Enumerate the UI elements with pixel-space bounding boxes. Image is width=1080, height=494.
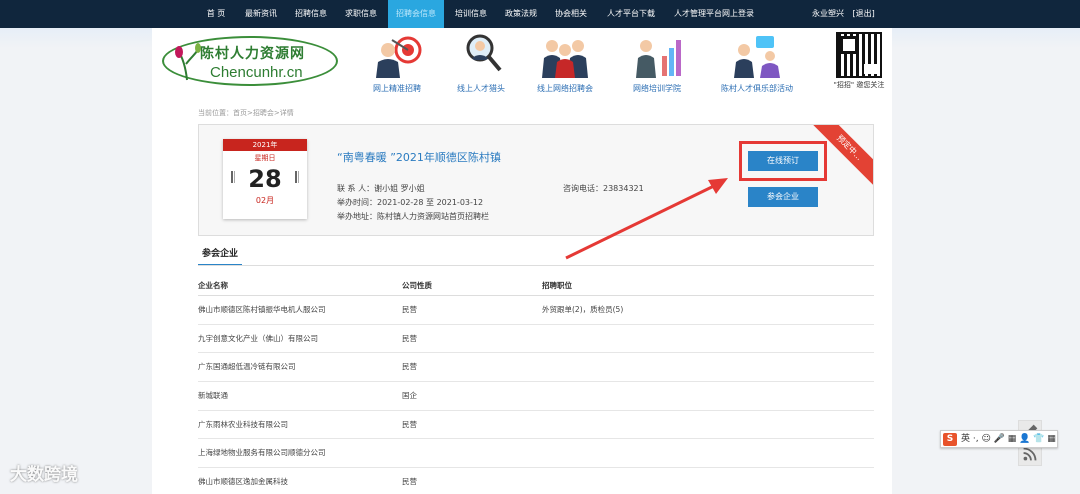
event-address: 举办地址：陈村镇人力资源网站首页招聘栏 xyxy=(337,212,489,221)
magnifier-person-icon xyxy=(466,34,502,72)
group-people-icon xyxy=(542,40,588,78)
qr-code-block: "招招" 邀您关注 xyxy=(832,32,886,92)
service-label: 线上网络招聘会 xyxy=(537,84,593,93)
participating-companies-button[interactable]: 参会企业 xyxy=(748,187,818,207)
booking-highlight-box xyxy=(739,141,827,181)
service-label: 陈村人才俱乐部活动 xyxy=(721,84,793,93)
service-training-academy[interactable]: 网络培训学院 xyxy=(612,34,702,94)
main-container: 陈村人力资源网 Chencunhr.cn 网上精准招聘 线上人才猎头 线上网络招… xyxy=(152,28,892,494)
table-header-row: 企业名称 公司性质 招聘职位 xyxy=(198,276,874,296)
logout-link[interactable]: [退出] xyxy=(853,9,875,18)
service-label: 网络培训学院 xyxy=(633,84,681,93)
header-company-name: 企业名称 xyxy=(198,281,228,290)
tab-participating-companies[interactable]: 参会企业 xyxy=(198,246,243,266)
top-navigation-bar: 首 页 最新资讯 招聘信息 求职信息 招聘会信息 培训信息 政策法规 协会相关 … xyxy=(0,0,1080,28)
ime-toolbar[interactable]: S 英 ·, ☺ 🎤 ▦ 👤 👕 ▦ xyxy=(940,430,1058,448)
table-row[interactable]: 九宇创意文化产业（佛山）有限公司 民营 xyxy=(198,325,874,354)
nav-item-home[interactable]: 首 页 xyxy=(196,0,236,28)
red-arrow-annotation xyxy=(565,178,728,260)
calendar-date-widget: 2021年 星期日 28 02月 xyxy=(223,139,307,219)
header-positions: 招聘职位 xyxy=(542,281,572,290)
company-type: 民营 xyxy=(402,333,417,343)
service-talent-club[interactable]: 陈村人才俱乐部活动 xyxy=(712,34,802,94)
company-type: 民营 xyxy=(402,477,417,487)
chart-presenter-icon xyxy=(636,40,681,78)
nav-item-training[interactable]: 培训信息 xyxy=(448,0,494,28)
nav-item-policy[interactable]: 政策法规 xyxy=(498,0,544,28)
calendar-year: 2021年 xyxy=(223,139,307,151)
company-type: 民营 xyxy=(402,305,417,314)
company-name[interactable]: 佛山市顺德区陈村镇振华电机人服公司 xyxy=(198,296,326,324)
company-type: 民营 xyxy=(402,419,417,429)
nav-item-download[interactable]: 人才平台下载 xyxy=(600,0,662,28)
event-contact: 联 系 人：谢小姐 罗小姐 xyxy=(337,184,425,193)
table-row[interactable]: 新城联通 国企 xyxy=(198,382,874,411)
ime-status-text: 英 ·, ☺ 🎤 ▦ 👤 👕 ▦ xyxy=(961,434,1056,444)
table-row[interactable]: 佛山市顺德区陈村镇振华电机人服公司 民营 外贸跟单(2)，质检员(5) xyxy=(198,296,874,325)
company-name[interactable]: 新城联通 xyxy=(198,382,228,410)
nav-item-platform-login[interactable]: 人才管理平台网上登录 xyxy=(668,0,760,28)
section-divider xyxy=(198,265,874,266)
calendar-weekday: 星期日 xyxy=(254,154,276,162)
nav-item-news[interactable]: 最新资讯 xyxy=(238,0,284,28)
service-label: 线上人才猎头 xyxy=(457,84,505,93)
companies-table: 企业名称 公司性质 招聘职位 佛山市顺德区陈村镇振华电机人服公司 民营 外贸跟单… xyxy=(198,276,874,494)
logo-english-text: Chencunhr.cn xyxy=(210,64,303,81)
company-name[interactable]: 上海绿地物业服务有限公司顺德分公司 xyxy=(198,439,326,467)
watermark-text: 大数跨境 xyxy=(10,465,78,485)
table-row[interactable]: 广东国通超低温冷链有限公司 民营 xyxy=(198,353,874,383)
company-type: 民营 xyxy=(402,362,417,372)
breadcrumb: 当前位置：首页>招聘会>详情 xyxy=(198,109,294,117)
logo-chinese-text: 陈村人力资源网 xyxy=(200,46,305,62)
company-positions: 外贸跟单(2)，质检员(5) xyxy=(542,305,624,314)
user-area: 永业塑兴 [退出] xyxy=(812,0,875,28)
nav-item-seekers[interactable]: 求职信息 xyxy=(338,0,384,28)
event-title[interactable]: “南粤春暖 ”2021年顺德区陈村镇 xyxy=(337,149,501,165)
nav-item-jobs[interactable]: 招聘信息 xyxy=(288,0,334,28)
service-online-recruitment[interactable]: 网上精准招聘 xyxy=(352,34,442,94)
chat-people-icon xyxy=(734,36,780,78)
service-online-job-fair[interactable]: 线上网络招聘会 xyxy=(520,34,610,94)
leaf-logo-icon xyxy=(175,43,201,81)
table-row[interactable]: 广东雨林农业科技有限公司 民营 xyxy=(198,411,874,440)
company-name[interactable]: 广东国通超低温冷链有限公司 xyxy=(198,353,296,381)
sogou-ime-icon: S xyxy=(943,433,957,446)
calendar-ring-icon xyxy=(231,171,235,183)
calendar-month: 02月 xyxy=(255,196,275,205)
company-name[interactable]: 广东雨林农业科技有限公司 xyxy=(198,411,288,439)
header-company-type: 公司性质 xyxy=(402,281,432,290)
qr-code-image xyxy=(836,32,882,78)
service-label: 网上精准招聘 xyxy=(373,84,421,93)
job-fair-card: 2021年 星期日 28 02月 “南粤春暖 ”2021年顺德区陈村镇 联 系 … xyxy=(198,124,874,236)
user-name[interactable]: 永业塑兴 xyxy=(812,9,844,18)
event-time: 举办时间：2021-02-28 至 2021-03-12 xyxy=(337,198,484,207)
nav-item-job-fairs[interactable]: 招聘会信息 xyxy=(388,0,444,28)
nav-item-association[interactable]: 协会相关 xyxy=(548,0,594,28)
table-row[interactable]: 佛山市顺德区逸加金属科技 民营 xyxy=(198,468,874,494)
calendar-ring-icon xyxy=(295,171,299,183)
company-name[interactable]: 佛山市顺德区逸加金属科技 xyxy=(198,468,288,494)
company-type: 国企 xyxy=(402,391,417,401)
table-row[interactable]: 上海绿地物业服务有限公司顺德分公司 xyxy=(198,439,874,469)
company-name[interactable]: 九宇创意文化产业（佛山）有限公司 xyxy=(198,325,318,353)
qr-label: "招招" 邀您关注 xyxy=(833,81,885,89)
service-headhunter[interactable]: 线上人才猎头 xyxy=(436,34,526,94)
site-logo[interactable]: 陈村人力资源网 Chencunhr.cn xyxy=(162,36,338,86)
target-businessman-icon xyxy=(376,36,422,78)
